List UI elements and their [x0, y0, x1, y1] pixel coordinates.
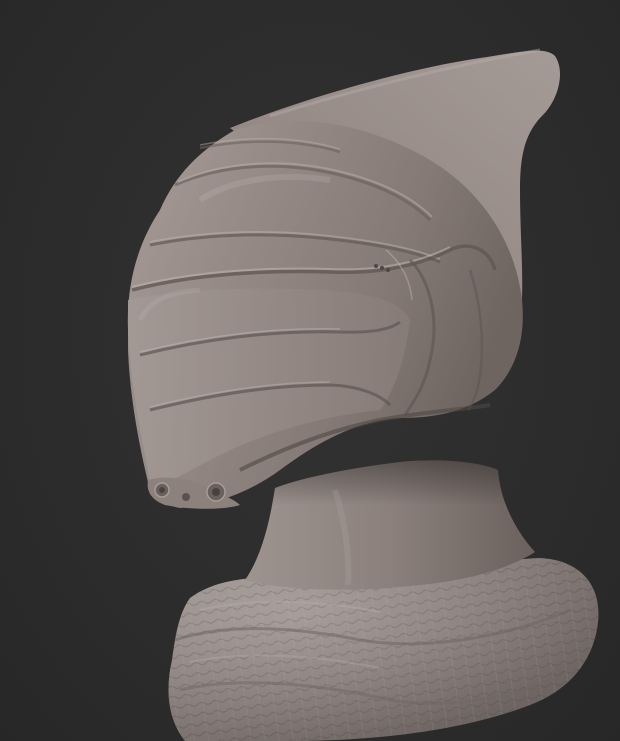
sculpt-viewport[interactable] [0, 0, 620, 741]
sculpt-render [127, 48, 599, 741]
neck [245, 460, 535, 590]
